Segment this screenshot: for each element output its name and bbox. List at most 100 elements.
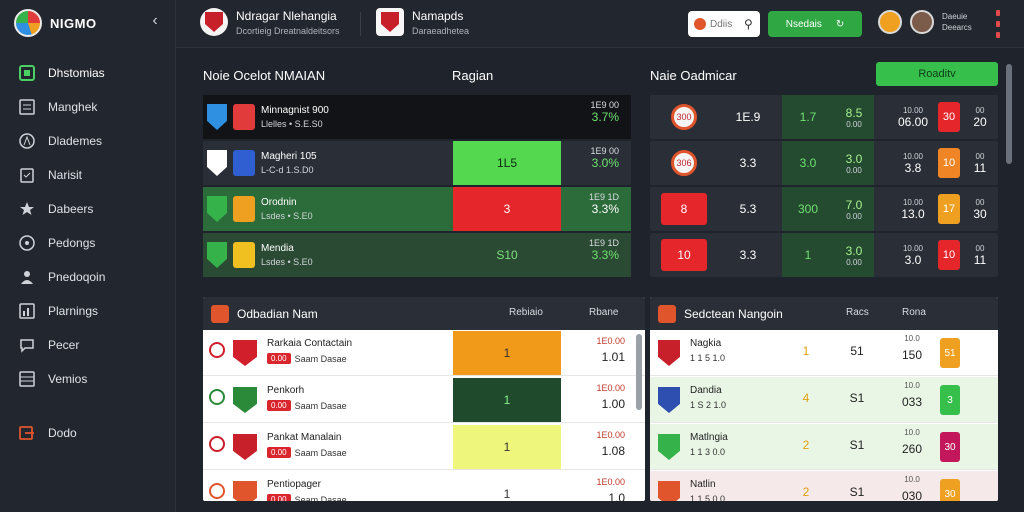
odds-summary: 1E9 00 3.7% [590,99,619,123]
match-row[interactable]: Magheri 105 L-C-d 1.S.D0 1L5 1E9 00 3.0% [203,141,631,185]
status-badge[interactable]: 51 [940,338,960,368]
status-badge[interactable]: 30 [938,102,960,132]
left-standings-panel: Odbadian Nam Rebiaio Rbane Rarkaia Conta… [203,297,645,501]
sidebar-item-label: Dodo [48,426,77,440]
sidebar-item-pnedoqoin[interactable]: Pnedoqoin [18,264,168,290]
row-value: 3.3 [739,248,757,262]
match-row[interactable]: Minnagnist 900 Llelles • S.E.S0 1 1E9 00… [203,95,631,139]
match-header-1[interactable]: Ndragar Nlehangia Dcortieig Dreatnaldeit… [200,8,340,36]
sidebar-item-dhstomias[interactable]: Dhstomias [18,60,168,86]
status-badge[interactable]: 10 [938,240,960,270]
match-row[interactable]: 8 5.3 300 7.0 0.00 10.00 13.0 17 00 30 [650,187,998,231]
odds-cell: 10.00 13.0 [890,187,936,231]
team-crest-icon [658,434,680,460]
odds-value: 7.0 [845,197,863,212]
odds-top: 10.00 [902,197,924,207]
odds-cell[interactable]: 1 [453,472,561,501]
table-row[interactable]: Matlngia 1 1 3 0.0 2 S1 10.0 260 30 [650,424,998,470]
odds-top: 10.00 [902,105,924,115]
table-row[interactable]: Nagkia 1 1 5 1.0 1 51 10.0 150 51 [650,330,998,376]
odds-cell[interactable]: 1L5 [453,141,561,185]
match-meta: L-C-d 1.S.D0 [261,165,314,175]
sidebar-item-dladernes[interactable]: Dlademes [18,128,168,154]
match-pill[interactable]: 10 [661,239,707,271]
match-row[interactable]: Orodnin Lsdes • S.E0 3 1E9 1D 3.3% [203,187,631,231]
table-row[interactable]: Dandia 1 S 2 1.0 4 S1 10.0 033 3 [650,377,998,423]
odds-cell[interactable]: S10 [453,233,561,277]
team-crest-icon [233,196,255,222]
odds-value: 30 [973,206,987,221]
odds-top: 1E0.00 [596,336,625,346]
team-crest-icon [658,387,680,413]
row-meta: 1 1 5 0.0 [690,494,726,501]
right-standings-panel: Sedctean Nangoin Racs Rona Nagkia 1 1 5 … [650,297,998,501]
row-meta: 1 1 3 0.0 [690,447,726,457]
team-flag-icon [207,150,227,176]
row-value[interactable]: 1 [782,233,834,277]
table-row[interactable]: Rarkaia Contactain 0.00 Saam Dasae 1 1E0.… [203,330,645,376]
match-row[interactable]: 10 3.3 1 3.0 0.00 10.00 3.0 10 00 11 [650,233,998,277]
match-pill[interactable]: 8 [661,193,707,225]
user-role: Deearcs [942,23,972,32]
scrollbar[interactable] [1006,64,1012,164]
table-row[interactable]: Pentiopager 0.00 Seam Dasae 1 1E0.00 1.0 [203,471,645,501]
odds-cell[interactable]: 1 [453,331,561,375]
search-box[interactable]: ⚲ [688,11,760,37]
odds-top: 00 [975,197,985,207]
sidebar-item-pedongs[interactable]: Pedongs [18,230,168,256]
odds-top: 1E0.00 [596,477,625,487]
match-pill[interactable]: 306 [671,150,697,176]
user-area[interactable]: Daeuie Deearcs [878,10,972,34]
brand[interactable]: NIGMO [14,8,97,38]
match-header-2[interactable]: Namapds Daraeadhetea [376,8,469,36]
odds-cell: 00 11 [964,141,996,185]
match-pill[interactable]: 300 [671,104,697,130]
sidebar-item-plarnings[interactable]: Plarnings [18,298,168,324]
avatar[interactable] [910,10,934,34]
match-row[interactable]: Mendia Lsdes • S.E0 S10 1E9 1D 3.3% [203,233,631,277]
sidebar-item-pecer[interactable]: Pecer [18,332,168,358]
search-input[interactable] [710,18,740,30]
row-value[interactable]: 3.0 [782,141,834,185]
table-row[interactable]: Natlin 1 1 5 0.0 2 S1 10.0 030 30 [650,471,998,501]
top-cta-button[interactable]: Nsedais ↻ [768,11,862,37]
odds-cell[interactable]: 3.0 0.00 [834,233,874,277]
match-teams: Minnagnist 900 Llelles • S.E.S0 [203,95,453,139]
odds-cell[interactable]: 7.0 0.00 [834,187,874,231]
odds-cell[interactable]: 1 [453,378,561,422]
status-badge[interactable]: 30 [940,432,960,462]
odds-summary: 1E9 00 3.0% [590,145,619,169]
collapse-sidebar-icon[interactable]: ‹ [146,12,164,30]
sidebar-item-narisit[interactable]: Narisit [18,162,168,188]
table-row[interactable]: Penkorh 0.00 Saam Dasae 1 1E0.00 1.00 [203,377,645,423]
table-row[interactable]: Pankat Manalain 0.00 Saam Dasae 1 1E0.00 … [203,424,645,470]
status-badge[interactable]: 17 [938,194,960,224]
row-value[interactable]: 1.7 [782,95,834,139]
odds-cell[interactable]: 8.5 0.00 [834,95,874,139]
match-row[interactable]: 306 3.3 3.0 3.0 0.00 10.00 3.8 10 00 11 [650,141,998,185]
row-meta: 1 1 5 1.0 [690,353,726,363]
status-badge[interactable]: 10 [938,148,960,178]
team-name: Rarkaia Contactain [267,338,353,349]
row-value[interactable]: 300 [782,187,834,231]
status-badge[interactable]: 30 [940,479,960,501]
match-row[interactable]: 300 1E.9 1.7 8.5 0.00 10.00 06.00 30 00 … [650,95,998,139]
sidebar-item-label: Plarnings [48,304,99,318]
right-action-button[interactable]: Roaditv [876,62,998,86]
status-badge[interactable]: 3 [940,385,960,415]
sidebar-item-manghek[interactable]: Manghek [18,94,168,120]
row-value: 1E.9 [735,110,761,124]
more-menu-icon[interactable] [992,10,1004,38]
sidebar-item-dodo[interactable]: Dodo [18,420,168,446]
odds-cell[interactable]: 1 [453,425,561,469]
odds-cell[interactable] [453,95,561,139]
team-name: Orodnin [261,197,297,208]
sidebar-item-dabeers[interactable]: Dabeers [18,196,168,222]
sidebar-item-vemios[interactable]: Vemios [18,366,168,392]
team-crest-icon [233,150,255,176]
search-icon[interactable]: ⚲ [744,17,753,31]
row-meta: Saam Dasae [294,447,347,458]
odds-cell[interactable]: 3.0 0.00 [834,141,874,185]
scrollbar[interactable] [636,334,642,410]
odds-cell[interactable]: 3 [453,187,561,231]
